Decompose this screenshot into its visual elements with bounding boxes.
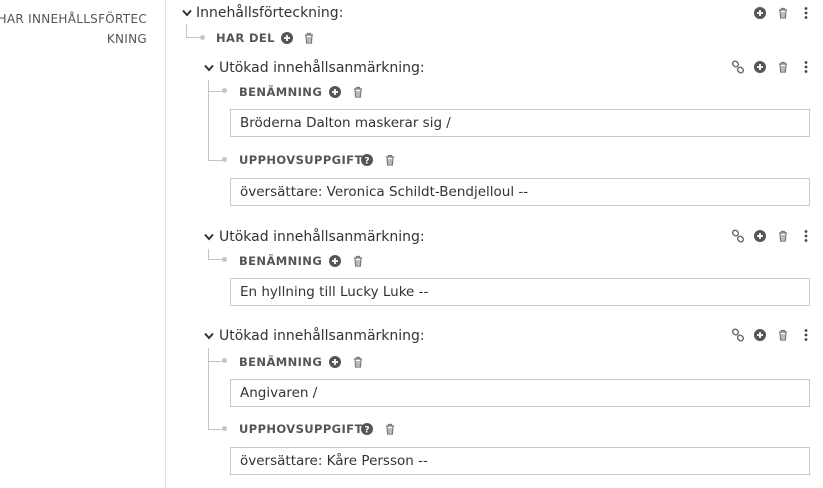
trash-icon[interactable] — [351, 355, 365, 369]
trash-icon[interactable] — [776, 328, 790, 342]
group-heading: Utökad innehållsanmärkning: — [219, 229, 425, 245]
plus-circle-icon[interactable] — [280, 31, 294, 45]
trash-icon[interactable] — [383, 422, 397, 436]
field-label: UPPHOVSUPPGIFT — [239, 153, 363, 167]
tree-connector — [208, 90, 222, 92]
tree-connector — [208, 159, 222, 161]
property-label-column: HAR INNEHÅLLSFÖRTECKNING — [0, 0, 166, 488]
text-field[interactable]: översättare: Kåre Persson -- — [230, 447, 810, 475]
more-vertical-icon[interactable] — [799, 328, 813, 342]
trash-icon[interactable] — [776, 229, 790, 243]
tree-connector — [186, 24, 201, 38]
tree-node-dot — [222, 257, 227, 262]
text-field[interactable]: översättare: Veronica Schildt-Bendjellou… — [230, 178, 810, 206]
tree-node-dot — [200, 35, 205, 40]
question-circle-icon[interactable]: ? — [360, 422, 374, 436]
text-field[interactable]: En hyllning till Lucky Luke -- — [230, 278, 810, 306]
trash-icon[interactable] — [351, 254, 365, 268]
chevron-down-icon[interactable] — [203, 62, 215, 74]
plus-circle-icon[interactable] — [753, 6, 767, 20]
section-heading: Innehållsförteckning: — [196, 5, 344, 21]
tree-node-dot — [222, 426, 227, 431]
link-icon[interactable] — [731, 328, 745, 342]
trash-icon[interactable] — [776, 60, 790, 74]
chevron-down-icon[interactable] — [181, 7, 193, 19]
trash-icon[interactable] — [302, 31, 316, 45]
tree-connector — [208, 80, 223, 160]
field-label: UPPHOVSUPPGIFT — [239, 422, 363, 436]
svg-text:?: ? — [364, 426, 369, 436]
tree-node-dot — [222, 88, 227, 93]
svg-text:?: ? — [364, 157, 369, 167]
plus-circle-icon[interactable] — [753, 229, 767, 243]
trash-icon[interactable] — [383, 153, 397, 167]
more-vertical-icon[interactable] — [799, 60, 813, 74]
tree-node-dot — [222, 157, 227, 162]
plus-circle-icon[interactable] — [328, 254, 342, 268]
trash-icon[interactable] — [776, 6, 790, 20]
link-icon[interactable] — [731, 229, 745, 243]
chevron-down-icon[interactable] — [203, 231, 215, 243]
link-icon[interactable] — [731, 60, 745, 74]
chevron-down-icon[interactable] — [203, 330, 215, 342]
field-label: BENÄMNING — [239, 85, 323, 99]
field-label: BENÄMNING — [239, 254, 323, 268]
tree-connector — [208, 360, 222, 362]
trash-icon[interactable] — [351, 85, 365, 99]
plus-circle-icon[interactable] — [753, 60, 767, 74]
plus-circle-icon[interactable] — [753, 328, 767, 342]
field-label: BENÄMNING — [239, 355, 323, 369]
tree-connector — [208, 249, 223, 260]
more-vertical-icon[interactable] — [799, 6, 813, 20]
text-field[interactable]: Angivaren / — [230, 379, 810, 407]
question-circle-icon[interactable]: ? — [360, 153, 374, 167]
tree-node-dot — [222, 358, 227, 363]
more-vertical-icon[interactable] — [799, 229, 813, 243]
property-label: HAR INNEHÅLLSFÖRTECKNING — [0, 12, 147, 46]
text-field[interactable]: Bröderna Dalton maskerar sig / — [230, 109, 810, 137]
plus-circle-icon[interactable] — [328, 355, 342, 369]
group-heading: Utökad innehållsanmärkning: — [219, 60, 425, 76]
group-heading: Utökad innehållsanmärkning: — [219, 328, 425, 344]
har-del-label: HAR DEL — [216, 31, 275, 45]
tree-connector — [208, 428, 222, 430]
plus-circle-icon[interactable] — [328, 85, 342, 99]
